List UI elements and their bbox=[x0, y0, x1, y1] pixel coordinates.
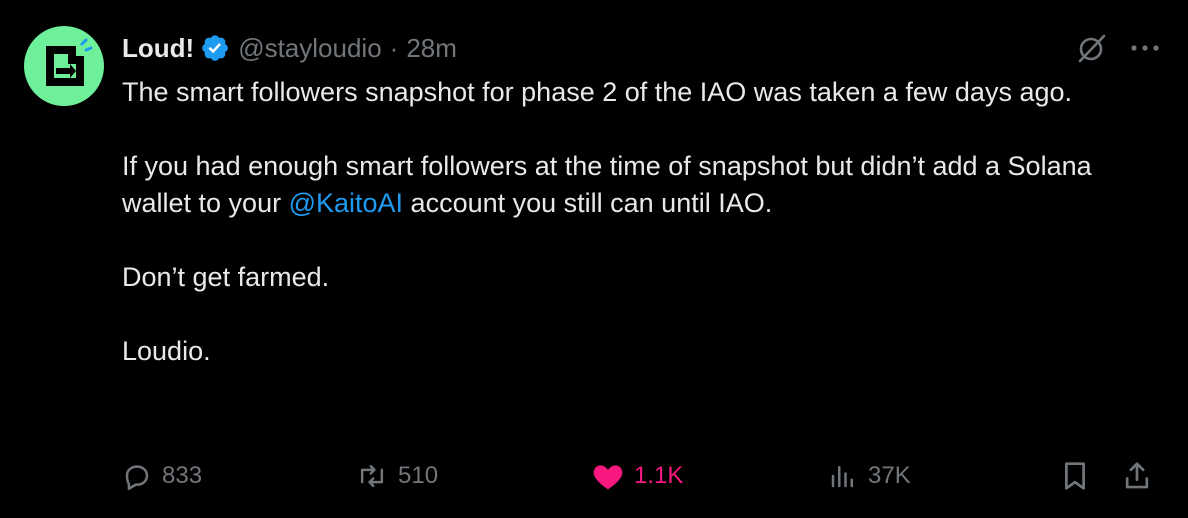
tweet-paragraph-3: Don’t get farmed. bbox=[122, 262, 330, 292]
reply-count: 833 bbox=[162, 462, 203, 489]
reply-button[interactable]: 833 bbox=[122, 454, 202, 498]
tweet-paragraph-4: Loudio. bbox=[122, 336, 211, 366]
tweet-paragraph-1: The smart followers snapshot for phase 2… bbox=[122, 77, 1072, 107]
view-count: 37K bbox=[868, 462, 911, 489]
tweet-text: The smart followers snapshot for phase 2… bbox=[122, 74, 1162, 370]
tweet: Loud! @stayloudio · 28m The smart follow… bbox=[0, 0, 1188, 518]
more-icon[interactable] bbox=[1130, 43, 1160, 53]
heart-icon bbox=[592, 461, 624, 491]
bookmark-button[interactable] bbox=[1060, 454, 1090, 498]
grok-icon[interactable] bbox=[1076, 32, 1108, 64]
timestamp[interactable]: 28m bbox=[406, 33, 457, 64]
top-icons bbox=[1076, 32, 1160, 64]
like-button[interactable]: 1.1K bbox=[592, 454, 683, 498]
separator-dot: · bbox=[389, 32, 399, 63]
loud-logo-icon bbox=[46, 38, 93, 86]
views-icon bbox=[828, 461, 858, 491]
bookmark-icon bbox=[1060, 460, 1090, 492]
action-bar: 833 510 1.1K 37K bbox=[122, 454, 1162, 498]
repost-button[interactable]: 510 bbox=[356, 454, 438, 498]
repost-count: 510 bbox=[398, 462, 439, 489]
tweet-header: Loud! @stayloudio · 28m bbox=[122, 28, 457, 68]
share-icon bbox=[1122, 460, 1152, 492]
verified-badge-icon bbox=[200, 33, 230, 63]
views-button[interactable]: 37K bbox=[828, 454, 911, 498]
reply-icon bbox=[122, 461, 152, 491]
tweet-paragraph-2: If you had enough smart followers at the… bbox=[122, 148, 1162, 222]
share-button[interactable] bbox=[1122, 454, 1152, 498]
mention-link[interactable]: @KaitoAI bbox=[289, 188, 403, 218]
tweet-paragraph-2-end: account you still can until IAO. bbox=[403, 188, 773, 218]
avatar[interactable] bbox=[24, 26, 104, 106]
like-count: 1.1K bbox=[634, 462, 684, 489]
display-name[interactable]: Loud! bbox=[122, 33, 194, 64]
repost-icon bbox=[356, 461, 388, 491]
author-handle[interactable]: @stayloudio bbox=[238, 33, 381, 64]
